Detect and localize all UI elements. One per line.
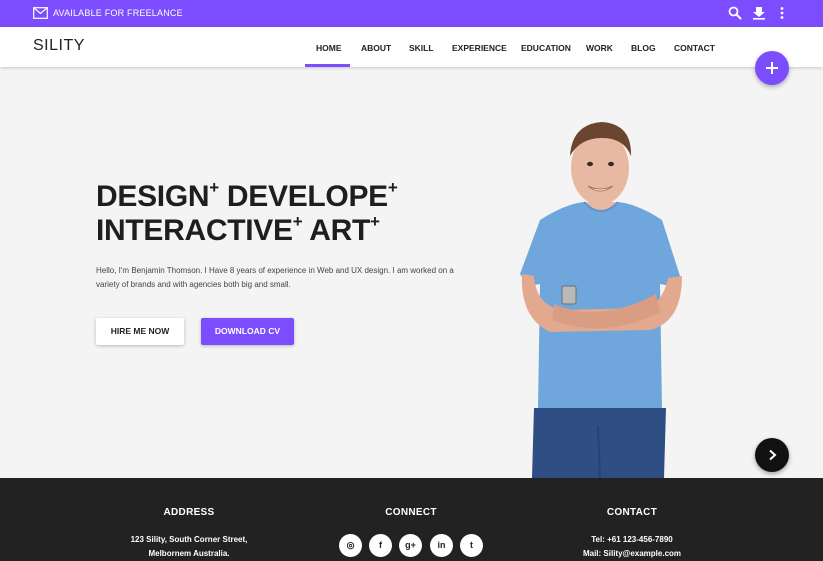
download-cv-button[interactable]: DOWNLOAD CV (201, 318, 294, 345)
nav-item-skill[interactable]: SKILL (409, 43, 434, 53)
site-logo[interactable]: SILITY (33, 37, 85, 55)
download-icon[interactable] (752, 6, 766, 20)
hero-title: DESIGN+ DEVELOPE+ INTERACTIVE+ ART+ (96, 178, 398, 248)
next-slide-button[interactable] (755, 438, 789, 472)
dribbble-icon[interactable]: ◎ (339, 534, 362, 557)
top-bar: AVAILABLE FOR FREELANCE (0, 0, 823, 27)
hero-title-line-1: DESIGN+ DEVELOPE+ (96, 178, 398, 213)
footer: ADDRESS 123 Sility, South Corner Street,… (0, 478, 823, 561)
main-nav: SILITY HOME ABOUT SKILL EXPERIENCE EDUCA… (0, 27, 823, 67)
freelance-status: AVAILABLE FOR FREELANCE (53, 8, 183, 18)
mail-icon (33, 7, 48, 19)
contact-heading: CONTACT (606, 507, 658, 518)
nav-item-about[interactable]: ABOUT (361, 43, 391, 53)
hero-title-line-2: INTERACTIVE+ ART+ (96, 212, 380, 247)
hire-me-button[interactable]: HIRE ME NOW (96, 318, 184, 345)
nav-item-contact[interactable]: CONTACT (674, 43, 715, 53)
hero-description: Hello, I'm Benjamin Thomson. I Have 8 ye… (96, 266, 454, 289)
plus-icon (766, 62, 778, 74)
nav-item-work[interactable]: WORK (586, 43, 613, 53)
address-line-2: Melbornem Australia. (148, 549, 230, 558)
linkedin-icon[interactable]: in (430, 534, 453, 557)
more-vert-icon[interactable] (775, 6, 789, 20)
contact-email[interactable]: Mail: Sility@example.com (562, 549, 702, 558)
nav-item-experience[interactable]: EXPERIENCE (452, 43, 507, 53)
address-heading: ADDRESS (163, 507, 215, 518)
nav-item-education[interactable]: EDUCATION (521, 43, 571, 53)
contact-phone[interactable]: Tel: +61 123-456-7890 (562, 535, 702, 544)
add-fab-button[interactable] (755, 51, 789, 85)
profile-photo (520, 122, 682, 478)
chevron-right-icon (769, 449, 777, 461)
twitter-icon[interactable]: t (460, 534, 483, 557)
facebook-icon[interactable]: f (369, 534, 392, 557)
active-nav-indicator (305, 64, 350, 67)
nav-item-home[interactable]: HOME (316, 43, 342, 53)
address-line-1: 123 Sility, South Corner Street, (130, 535, 248, 544)
google-plus-icon[interactable]: g+ (399, 534, 422, 557)
connect-heading: CONNECT (385, 507, 437, 518)
search-icon[interactable] (728, 6, 742, 20)
nav-item-blog[interactable]: BLOG (631, 43, 656, 53)
